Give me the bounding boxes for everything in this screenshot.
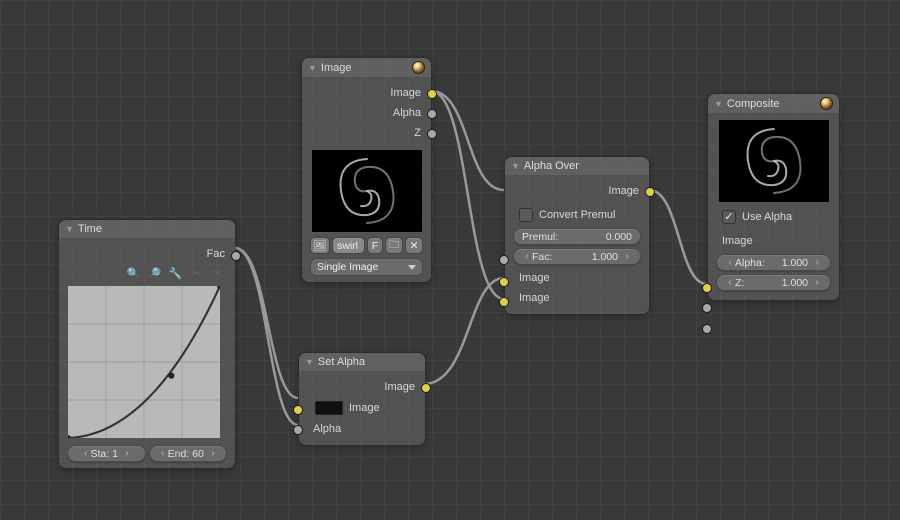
z-field[interactable]: ‹ Z: 1.000 › [716, 274, 831, 291]
node-header[interactable]: ▼ Image [302, 58, 431, 77]
unlink-button[interactable]: ✕ [405, 237, 423, 254]
collapse-icon[interactable]: ▼ [714, 99, 723, 109]
input-socket-image-1[interactable] [499, 277, 509, 287]
chevron-right-icon[interactable]: › [622, 251, 632, 262]
convert-premul-checkbox[interactable] [519, 208, 533, 222]
node-alpha-over[interactable]: ▼ Alpha Over Image Convert Premul Premul… [504, 156, 650, 315]
input-socket-z[interactable] [702, 324, 712, 334]
input-socket-alpha[interactable] [702, 303, 712, 313]
output-socket-fac[interactable] [231, 251, 241, 261]
end-frame-field[interactable]: ‹ End: 60 › [149, 445, 228, 462]
node-composite[interactable]: ▼ Composite Use Alpha Image ‹ Alpha: 1.0… [707, 93, 840, 301]
collapse-icon[interactable]: ▼ [308, 63, 317, 73]
chevron-right-icon[interactable]: › [812, 277, 822, 288]
premul-field[interactable]: Premul: 0.000 [513, 228, 641, 245]
start-frame-field[interactable]: ‹ Sta: 1 › [67, 445, 146, 462]
chevron-left-icon[interactable]: ‹ [522, 251, 532, 262]
output-socket-image[interactable] [427, 89, 437, 99]
collapse-icon[interactable]: ▼ [305, 357, 314, 367]
material-sphere-icon [820, 97, 833, 110]
image-color-swatch[interactable] [315, 401, 343, 415]
node-image[interactable]: ▼ Image Image Alpha Z 🖼 swirl F 🗀 ✕ Sing… [301, 57, 432, 283]
input-socket-alpha[interactable] [293, 425, 303, 435]
time-range: ‹ Sta: 1 › ‹ End: 60 › [67, 445, 227, 462]
node-title: Time [78, 223, 102, 235]
input-socket-image[interactable] [702, 283, 712, 293]
alpha-field[interactable]: ‹ Alpha: 1.000 › [716, 254, 831, 271]
curve-editor[interactable] [67, 285, 221, 439]
zoom-in-icon[interactable]: 🔍 [126, 266, 141, 281]
browse-image-button[interactable]: 🖼 [310, 237, 330, 254]
chevron-left-icon[interactable]: ‹ [158, 448, 168, 459]
chevron-right-icon[interactable]: › [208, 448, 218, 459]
fac-field[interactable]: ‹ Fac: 1.000 › [513, 248, 641, 265]
node-header[interactable]: ▼ Alpha Over [505, 157, 649, 175]
node-set-alpha[interactable]: ▼ Set Alpha Image Image Alpha [298, 352, 426, 446]
use-alpha-checkbox[interactable] [722, 210, 736, 224]
input-socket-fac[interactable] [499, 255, 509, 265]
image-thumbnail [311, 149, 423, 233]
output-socket-image[interactable] [645, 187, 655, 197]
close-icon[interactable]: ✕ [210, 266, 225, 281]
chevron-left-icon[interactable]: ‹ [81, 448, 91, 459]
input-socket-image[interactable] [293, 405, 303, 415]
node-header[interactable]: ▼ Time [59, 220, 235, 238]
wrench-icon[interactable]: 🔧 [168, 266, 183, 281]
composite-thumbnail [718, 119, 830, 203]
collapse-icon[interactable]: ▼ [511, 161, 520, 171]
output-socket-z[interactable] [427, 129, 437, 139]
fake-user-button[interactable]: F [367, 237, 383, 254]
input-socket-image-2[interactable] [499, 297, 509, 307]
curve-toolbar: 🔍 🔎 🔧 ✂ ✕ [67, 264, 227, 283]
chevron-left-icon[interactable]: ‹ [725, 257, 735, 268]
output-socket-alpha[interactable] [427, 109, 437, 119]
chevron-right-icon[interactable]: › [812, 257, 822, 268]
socket-row-fac: Fac [67, 244, 227, 264]
clip-icon[interactable]: ✂ [189, 266, 204, 281]
chevron-right-icon[interactable]: › [122, 448, 132, 459]
collapse-icon[interactable]: ▼ [65, 224, 74, 234]
node-title: Image [321, 62, 352, 74]
node-time[interactable]: ▼ Time Fac 🔍 🔎 🔧 ✂ ✕ [58, 219, 236, 469]
image-name-field[interactable]: swirl [332, 237, 365, 254]
output-socket-image[interactable] [421, 383, 431, 393]
image-source-menu[interactable]: Single Image [310, 258, 423, 276]
node-title: Alpha Over [524, 160, 579, 172]
zoom-out-icon[interactable]: 🔎 [147, 266, 162, 281]
node-header[interactable]: ▼ Set Alpha [299, 353, 425, 371]
node-title: Composite [727, 98, 780, 110]
chevron-left-icon[interactable]: ‹ [725, 277, 735, 288]
node-title: Set Alpha [318, 356, 365, 368]
chevron-down-icon [408, 265, 416, 270]
node-header[interactable]: ▼ Composite [708, 94, 839, 113]
pack-button[interactable]: 🗀 [385, 237, 403, 254]
material-sphere-icon [412, 61, 425, 74]
